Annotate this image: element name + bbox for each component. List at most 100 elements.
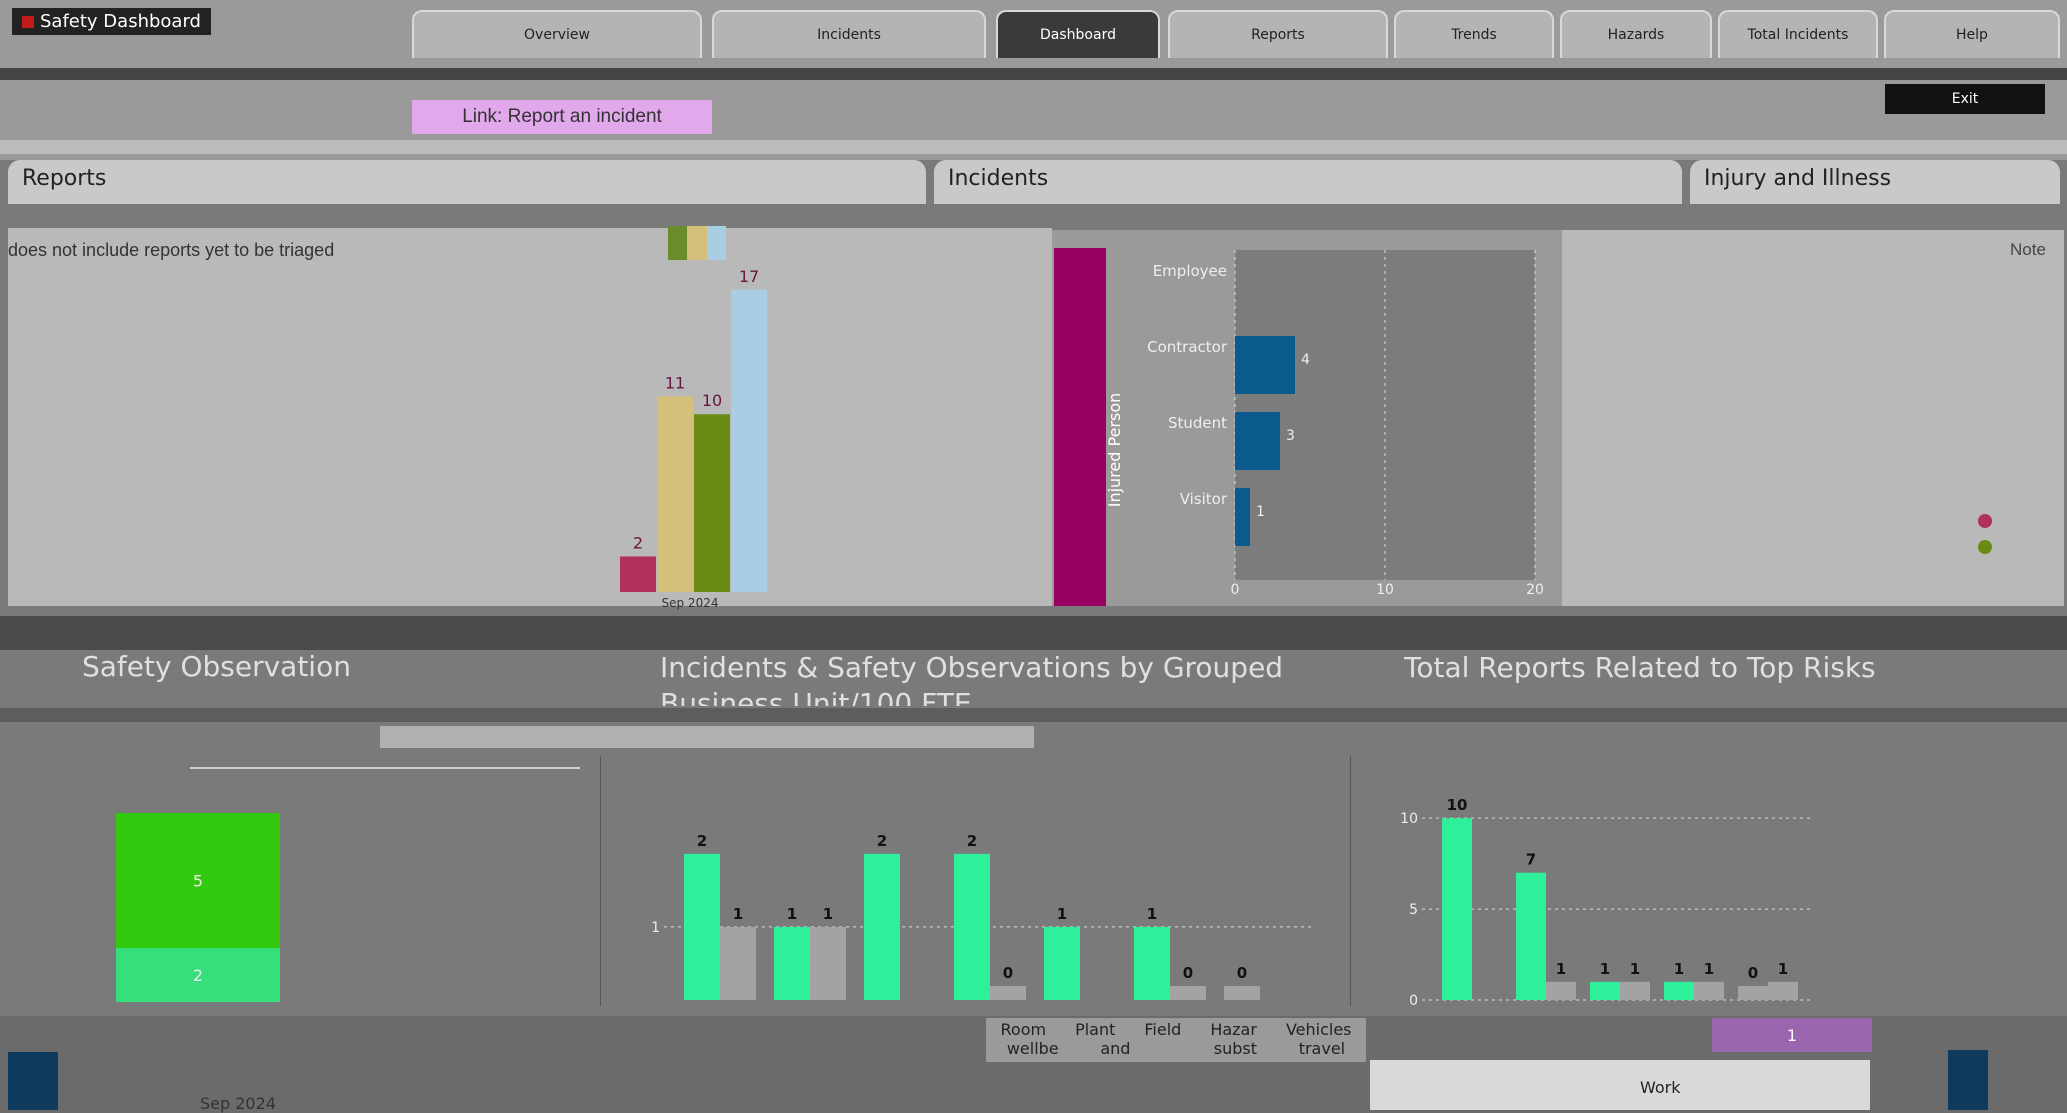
bar (1224, 986, 1260, 1000)
data-label: 10 (1447, 796, 1468, 814)
dashboard-title-text: Safety Dashboard (40, 11, 201, 32)
triage-note: does not include reports yet to be triag… (8, 240, 335, 260)
bar (1768, 981, 1798, 1000)
risk-count-value: 1 (1786, 1025, 1798, 1045)
data-label: 10 (702, 391, 722, 410)
injured-person-band (1054, 248, 1106, 606)
data-label: 1 (1630, 960, 1640, 978)
legend-swatch (706, 226, 726, 260)
data-label: 1 (1256, 504, 1265, 520)
filter-bar[interactable] (380, 726, 1034, 748)
business-unit-bar-chart: 121Engineering11Arts2Science20Medicine1B… (651, 832, 1314, 1000)
series-dot (1978, 540, 1992, 554)
tick-label: 0 (1409, 993, 1418, 1009)
injury-card-title: Injury and Illness (1704, 166, 1892, 191)
bar (990, 986, 1026, 1000)
tab-dashboard[interactable]: Dashboard (996, 10, 1160, 58)
data-label: 1 (1057, 905, 1067, 923)
reports-card-title: Reports (22, 166, 107, 191)
tick-label: 0 (1231, 582, 1240, 598)
tick-label: 5 (1409, 902, 1418, 918)
date-axis-label: Sep 2024 (200, 1094, 276, 1113)
data-label: 7 (1526, 851, 1536, 869)
data-label: 3 (1286, 428, 1295, 444)
category-label: Plant (1075, 1020, 1116, 1039)
category-label: Employee (1153, 262, 1227, 280)
report-incident-link-label: Link: Report an incident (462, 106, 662, 127)
exit-button[interactable]: Exit (1885, 84, 2045, 114)
data-label: 2 (193, 966, 203, 985)
data-label: 1 (823, 905, 833, 923)
tab-trends[interactable]: Trends (1394, 10, 1554, 58)
bar (1134, 926, 1170, 1000)
category-label: Field (1144, 1020, 1182, 1039)
footer-panel (1370, 1060, 1870, 1110)
category-sublabel: wellbe (1006, 1039, 1059, 1058)
bar (864, 853, 900, 1000)
bar (1235, 336, 1295, 394)
tick-label: 20 (1526, 582, 1544, 598)
data-label: 11 (665, 373, 685, 392)
bar (1546, 981, 1576, 1000)
tab-label: Trends (1451, 27, 1497, 43)
data-label: 5 (193, 872, 203, 891)
top-risks-title: Total Reports Related to Top Risks (1404, 651, 1876, 684)
category-sublabel: subst (1213, 1039, 1258, 1058)
category-sublabel: travel (1298, 1039, 1346, 1058)
bar (774, 926, 810, 1000)
tab-total-incidents[interactable]: Total Incidents (1718, 10, 1878, 58)
top-risks-bar-chart: 051010Work71Plant and11Field11Hazardous0… (1400, 796, 1812, 1009)
injury-card-header: Injury and Illness (1690, 160, 2060, 204)
bar (1442, 818, 1472, 1000)
tab-hazards[interactable]: Hazards (1560, 10, 1712, 58)
tab-overview[interactable]: Overview (412, 10, 702, 58)
tab-label: Help (1956, 27, 1988, 43)
reports-card-header: Reports (8, 160, 926, 204)
legend-swatch (687, 226, 707, 260)
data-label: 2 (967, 832, 977, 850)
bar (620, 556, 656, 592)
data-label: 1 (1704, 960, 1714, 978)
bar (720, 926, 756, 1000)
tab-incidents[interactable]: Incidents (712, 10, 986, 58)
y-axis-label: Injured Person (1105, 393, 1124, 508)
bar (1044, 926, 1080, 1000)
data-label: 1 (787, 905, 797, 923)
scroll-handle[interactable] (1948, 1050, 1988, 1110)
exit-button-label: Exit (1951, 91, 1979, 107)
category-label: Room (1000, 1020, 1047, 1039)
tick-label: 10 (1376, 582, 1394, 598)
tab-label: Total Incidents (1747, 27, 1849, 43)
tab-label: Reports (1251, 27, 1305, 43)
bar (1694, 981, 1724, 1000)
data-label: 1 (1600, 960, 1610, 978)
work-axis-label: Work (1640, 1078, 1681, 1097)
bar (694, 414, 730, 592)
section-divider (0, 616, 2067, 650)
data-label: 1 (1147, 905, 1157, 923)
tab-label: Incidents (817, 27, 881, 43)
injured-person-bar-chart: 0 10 20 Injured Person Employee Contractor 4 St… (1105, 250, 1544, 598)
data-label: 2 (697, 832, 707, 850)
tab-help[interactable]: Help (1884, 10, 2060, 58)
data-label: 4 (1301, 352, 1310, 368)
data-label: 2 (633, 533, 643, 552)
data-label: 0 (1748, 964, 1758, 982)
data-label: 0 (1183, 964, 1193, 982)
data-label: 2 (877, 832, 887, 850)
tick-label: 10 (1400, 811, 1418, 827)
safety-observation-title: Safety Observation (82, 650, 351, 683)
category-label: Student (1168, 414, 1227, 432)
note-label: Note (2010, 240, 2046, 259)
filter-strip (0, 708, 2067, 722)
tab-reports[interactable]: Reports (1168, 10, 1388, 58)
legend-swatch (668, 226, 688, 260)
dashboard-title: Safety Dashboard (12, 8, 211, 35)
bar (731, 289, 767, 592)
report-incident-link[interactable]: Link: Report an incident (412, 100, 712, 134)
data-label: 1 (733, 905, 743, 923)
header-divider (0, 68, 2067, 80)
tab-label: Dashboard (1040, 27, 1116, 43)
category-label: Visitor (1180, 490, 1228, 508)
bar (1590, 981, 1620, 1000)
